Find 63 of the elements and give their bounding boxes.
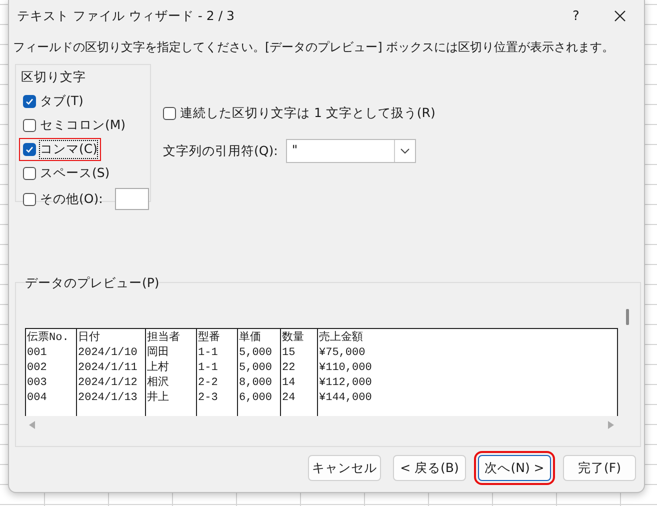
field-label: 文字列の引用符(Q):: [163, 142, 278, 160]
table-cell-text: 002: [26, 361, 48, 376]
table-cell-text: 2024/1/11: [77, 361, 138, 376]
table-cell-text: 6,000: [238, 391, 274, 406]
instruction-text: フィールドの区切り文字を指定してください。[データのプレビュー] ボックスには区切り位置が表示されます。: [13, 39, 616, 56]
quote-dropdown[interactable]: ": [286, 139, 416, 163]
wizard-button[interactable]: キャンセル: [308, 455, 381, 481]
table-cell-text: 2024/1/12: [77, 376, 138, 391]
table-cell-text: 井上: [146, 391, 170, 406]
table-cell-text: 売上金額: [318, 331, 364, 346]
checkbox[interactable]: [23, 192, 36, 206]
table-cell-text: 2024/1/10: [77, 346, 138, 361]
group-label: 区切り文字: [21, 69, 87, 86]
table-cell-text: 14: [281, 376, 296, 391]
table-cell-text: 15: [281, 346, 296, 361]
checkbox-label[interactable]: タブ(T): [40, 93, 84, 110]
wizard-button[interactable]: < 戻る(B): [393, 455, 466, 481]
checkbox-label[interactable]: セミコロン(M): [40, 117, 126, 134]
checkbox[interactable]: [23, 95, 36, 108]
table-cell-text: 1-1: [197, 361, 219, 376]
table-cell-text: 岡田: [146, 346, 170, 361]
table-cell-text: 2-2: [197, 376, 219, 391]
checkbox[interactable]: [23, 143, 36, 156]
checkbox[interactable]: [163, 107, 176, 120]
check-icon: [25, 97, 34, 106]
wizard-button[interactable]: 完了(F): [563, 455, 636, 481]
table-cell-text: 数量: [281, 331, 305, 346]
table-cell-text: ¥112,000: [318, 376, 373, 391]
table-cell-text: 5,000: [238, 361, 274, 376]
checkbox-label[interactable]: 連続した区切り文字は 1 文字として扱う(R): [180, 105, 436, 122]
chevron-down-icon: [400, 148, 410, 154]
table-cell-text: 5,000: [238, 346, 274, 361]
checkbox[interactable]: [23, 167, 36, 180]
table-cell-text: 伝票No.: [26, 331, 70, 346]
table-cell-text: 1-1: [197, 346, 219, 361]
table-cell-text: 24: [281, 391, 296, 406]
help-button[interactable]: ?: [556, 8, 596, 24]
table-cell-text: ¥75,000: [318, 346, 366, 361]
checkbox-label[interactable]: その他(O):: [40, 190, 103, 208]
scrollbar-thumb[interactable]: [626, 309, 629, 325]
group-label: データのプレビュー(P): [25, 275, 160, 292]
table-cell-text: 003: [26, 376, 48, 391]
table-cell-text: 日付: [77, 331, 101, 346]
table-cell-text: 相沢: [146, 376, 170, 391]
table-cell-text: 2024/1/13: [77, 391, 138, 406]
window-title: テキスト ファイル ウィザード - 2 / 3: [17, 8, 236, 24]
table-cell-text: ¥144,000: [318, 391, 373, 406]
checkbox-label[interactable]: スペース(S): [40, 165, 110, 182]
table-cell-text: 22: [281, 361, 296, 376]
checkbox[interactable]: [23, 119, 36, 132]
table-cell-text: 8,000: [238, 376, 274, 391]
table-cell-text: 型番: [197, 331, 221, 346]
checkbox-label[interactable]: コンマ(C): [40, 141, 98, 158]
table-cell-text: 004: [26, 391, 48, 406]
table-cell-text: ¥110,000: [318, 361, 373, 376]
close-icon: [614, 10, 626, 22]
input-field[interactable]: [114, 188, 149, 210]
table-cell-text: 001: [26, 346, 48, 361]
table-cell-text: 担当者: [146, 331, 181, 346]
check-icon: [25, 145, 34, 154]
table-cell-text: 上村: [146, 361, 170, 376]
table-cell-text: 2-3: [197, 391, 219, 406]
table-cell-text: 単価: [238, 331, 262, 346]
